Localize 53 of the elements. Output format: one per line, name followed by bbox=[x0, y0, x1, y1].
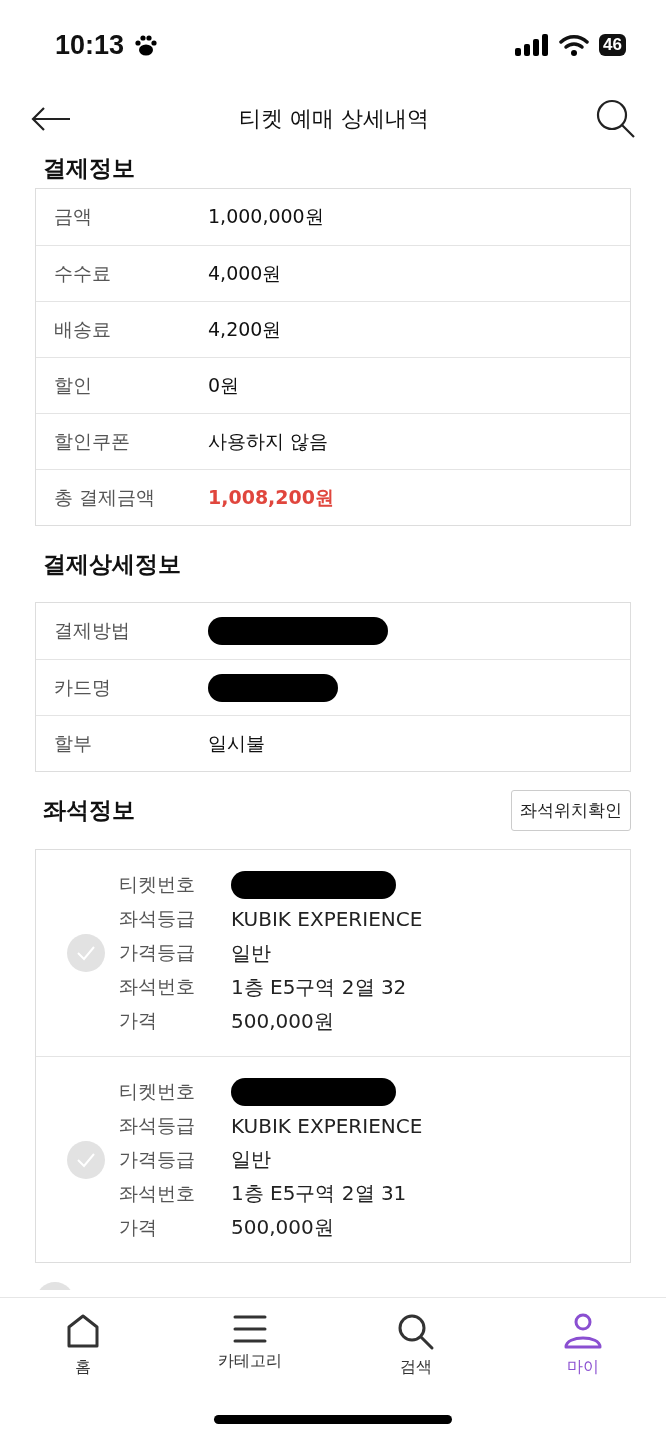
field-value: 500,000원 bbox=[231, 1007, 334, 1035]
nav-tab[interactable]: 홈 bbox=[18, 1312, 149, 1398]
row-label: 결제방법 bbox=[54, 618, 131, 643]
row-label: 할인 bbox=[54, 372, 93, 398]
field-value: 500,000원 bbox=[231, 1214, 334, 1241]
field-label: 가격 bbox=[119, 1008, 158, 1033]
row-value: 4,000원 bbox=[208, 260, 282, 286]
row-value: 1,008,200원 bbox=[208, 484, 334, 510]
row-value: 0원 bbox=[208, 372, 240, 398]
wifi-icon bbox=[559, 34, 590, 56]
field-value: 1층 E5구역 2열 32 bbox=[231, 973, 407, 1001]
signal-icon bbox=[515, 34, 550, 56]
paw-icon bbox=[134, 34, 159, 56]
menu-icon bbox=[231, 1313, 268, 1345]
field-value: KUBIK EXPERIENCE bbox=[231, 907, 423, 931]
row-value: 4,200원 bbox=[208, 316, 282, 342]
row-label: 할부 bbox=[54, 730, 93, 756]
field-value: KUBIK EXPERIENCE bbox=[231, 1113, 423, 1138]
home-icon bbox=[65, 1313, 102, 1351]
field-label: 좌석등급 bbox=[119, 1112, 196, 1138]
row-label: 카드명 bbox=[54, 674, 112, 700]
row-label: 금액 bbox=[54, 204, 93, 229]
field-value: 일반 bbox=[231, 1146, 271, 1173]
field-label: 가격 bbox=[119, 1214, 158, 1240]
clock-time: 10:13 bbox=[55, 29, 125, 61]
field-label: 가격등급 bbox=[119, 940, 196, 965]
field-label: 티켓번호 bbox=[119, 1078, 196, 1104]
row-label: 배송료 bbox=[54, 316, 112, 342]
search-button[interactable] bbox=[596, 99, 636, 139]
field-label: 좌석번호 bbox=[119, 974, 196, 999]
section-title: 좌석정보 bbox=[43, 796, 135, 825]
row-label: 할인쿠폰 bbox=[54, 428, 131, 454]
battery-indicator: 46 bbox=[599, 34, 626, 56]
row-value: 1,000,000원 bbox=[208, 204, 324, 229]
row-label: 수수료 bbox=[54, 260, 112, 286]
field-value: 일반 bbox=[231, 939, 271, 967]
section-title: 결제정보 bbox=[43, 153, 135, 183]
field-label: 좌석번호 bbox=[119, 1180, 196, 1206]
seat-location-button[interactable]: 좌석위치확인 bbox=[511, 790, 631, 831]
search-icon bbox=[397, 1313, 436, 1351]
field-label: 좌석등급 bbox=[119, 906, 196, 931]
nav-tab[interactable]: 카테고리 bbox=[184, 1312, 315, 1398]
section-title: 결제상세정보 bbox=[43, 549, 181, 579]
row-value: 일시불 bbox=[208, 730, 265, 756]
page-title: 티켓 예매 상세내역 bbox=[239, 105, 429, 133]
row-value: 사용하지 않음 bbox=[208, 428, 329, 454]
back-button[interactable] bbox=[30, 106, 72, 132]
nav-tab[interactable]: 검색 bbox=[351, 1312, 482, 1398]
field-label: 티켓번호 bbox=[119, 872, 196, 897]
row-label: 총 결제금액 bbox=[54, 484, 157, 510]
nav-tab[interactable]: 마이 bbox=[517, 1312, 648, 1398]
field-label: 가격등급 bbox=[119, 1146, 196, 1172]
field-value: 1층 E5구역 2열 31 bbox=[231, 1180, 407, 1207]
